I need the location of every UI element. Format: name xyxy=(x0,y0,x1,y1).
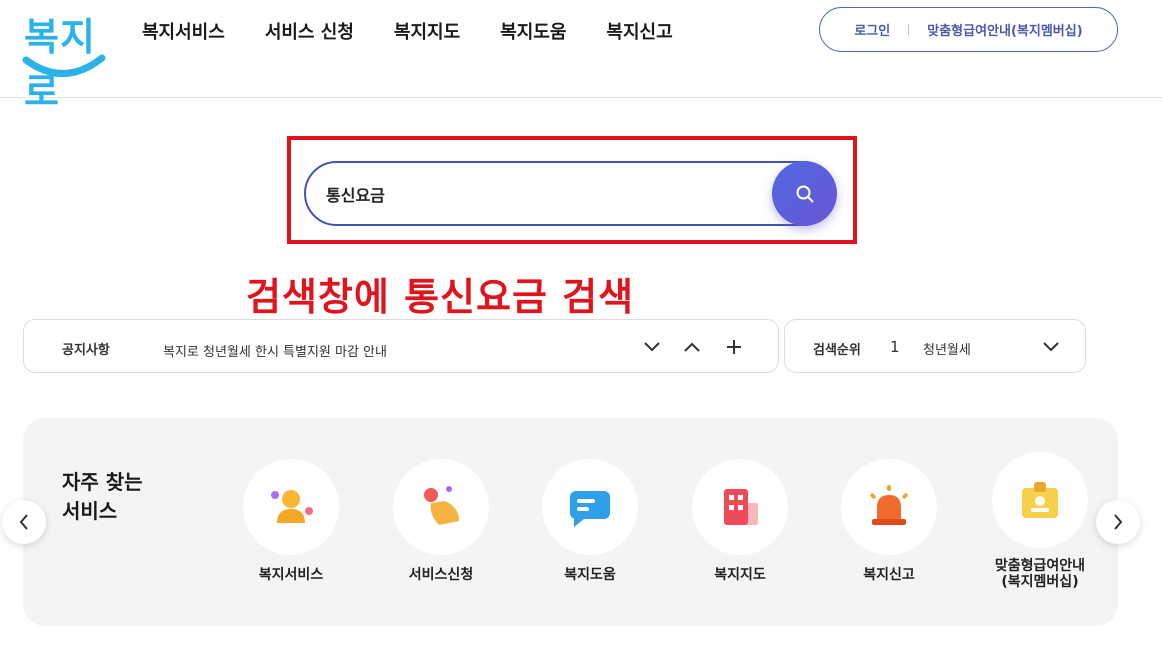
service-item-service-apply[interactable]: 서비스신청 xyxy=(381,459,501,583)
service-item-welfare-report[interactable]: 복지신고 xyxy=(829,459,949,583)
id-badge-icon xyxy=(1022,482,1058,518)
ranking-expand-button[interactable] xyxy=(1041,337,1061,357)
service-item-welfare-map[interactable]: 복지지도 xyxy=(680,459,800,583)
notice-prev-button[interactable] xyxy=(682,337,702,357)
nav-item-welfare-map[interactable]: 복지지도 xyxy=(394,18,460,44)
bokjiro-logo[interactable]: 복지로 xyxy=(20,6,106,114)
person-icon xyxy=(271,490,313,523)
ranking-label: 검색순위 xyxy=(813,343,861,358)
instruction-annotation: 검색창에 통신요금 검색 xyxy=(246,275,635,319)
search-ranking-bar: 검색순위 1 청년월세 xyxy=(784,319,1086,373)
siren-icon xyxy=(870,485,908,525)
chevron-left-icon xyxy=(19,514,28,530)
service-icon-circle xyxy=(692,459,788,555)
plus-icon xyxy=(727,340,741,354)
search-input[interactable] xyxy=(326,173,756,215)
user-menu: 로그인 맞춤형급여안내(복지멤버십) xyxy=(819,7,1118,52)
search-icon xyxy=(796,185,813,202)
logo-smile-icon xyxy=(22,54,106,77)
service-icon-circle xyxy=(243,459,339,555)
services-next-button[interactable] xyxy=(1096,500,1140,544)
notice-next-button[interactable] xyxy=(642,337,662,357)
service-icon-circle xyxy=(393,459,489,555)
membership-link[interactable]: 맞춤형급여안내(복지멤버십) xyxy=(927,20,1082,39)
service-label: 복지지도 xyxy=(714,567,766,583)
service-icon-circle xyxy=(992,452,1088,548)
chevron-up-icon xyxy=(684,342,700,352)
chevron-down-icon xyxy=(1043,342,1059,352)
chevron-down-icon xyxy=(644,342,660,352)
search-box xyxy=(304,161,836,226)
service-icon-circle xyxy=(542,459,638,555)
nav-item-welfare-service[interactable]: 복지서비스 xyxy=(142,18,225,44)
notice-text[interactable]: 복지로 청년월세 한시 특별지원 마감 안내 xyxy=(163,341,387,360)
building-icon xyxy=(724,489,758,525)
notice-label: 공지사항 xyxy=(62,343,110,358)
frequent-services-panel: 자주 찾는 서비스 복지서비스 서비스신청 복지도움 복지지도 복지신고 맞춤형… xyxy=(23,418,1118,626)
chat-icon xyxy=(570,491,610,527)
main-nav: 복지서비스 서비스 신청 복지지도 복지도움 복지신고 xyxy=(142,18,673,44)
hand-tap-icon xyxy=(424,486,459,525)
divider xyxy=(908,24,910,35)
service-label: 서비스신청 xyxy=(408,567,474,583)
service-label: 맞춤형급여안내 (복지멤버십) xyxy=(994,558,1086,590)
chevron-right-icon xyxy=(1114,514,1123,530)
services-prev-button[interactable] xyxy=(2,500,46,544)
nav-item-service-apply[interactable]: 서비스 신청 xyxy=(265,18,354,44)
service-item-welfare-service[interactable]: 복지서비스 xyxy=(231,459,351,583)
ranking-text[interactable]: 청년월세 xyxy=(923,339,971,358)
notice-bar: 공지사항 복지로 청년월세 한시 특별지원 마감 안내 xyxy=(23,319,779,373)
nav-item-welfare-help[interactable]: 복지도움 xyxy=(500,18,566,44)
ranking-number: 1 xyxy=(890,338,900,356)
search-button[interactable] xyxy=(772,161,837,226)
service-icon-circle xyxy=(841,459,937,555)
site-header: 복지로 복지서비스 서비스 신청 복지지도 복지도움 복지신고 로그인 맞춤형급… xyxy=(0,0,1162,114)
notice-more-button[interactable] xyxy=(724,337,744,357)
service-item-membership[interactable]: 맞춤형급여안내 (복지멤버십) xyxy=(980,452,1100,590)
nav-item-welfare-report[interactable]: 복지신고 xyxy=(606,18,672,44)
service-label: 복지신고 xyxy=(863,567,915,583)
service-label: 복지서비스 xyxy=(258,567,324,583)
service-label: 복지도움 xyxy=(564,567,616,583)
service-item-welfare-help[interactable]: 복지도움 xyxy=(530,459,650,583)
login-link[interactable]: 로그인 xyxy=(854,20,890,39)
services-title: 자주 찾는 서비스 xyxy=(62,470,143,523)
